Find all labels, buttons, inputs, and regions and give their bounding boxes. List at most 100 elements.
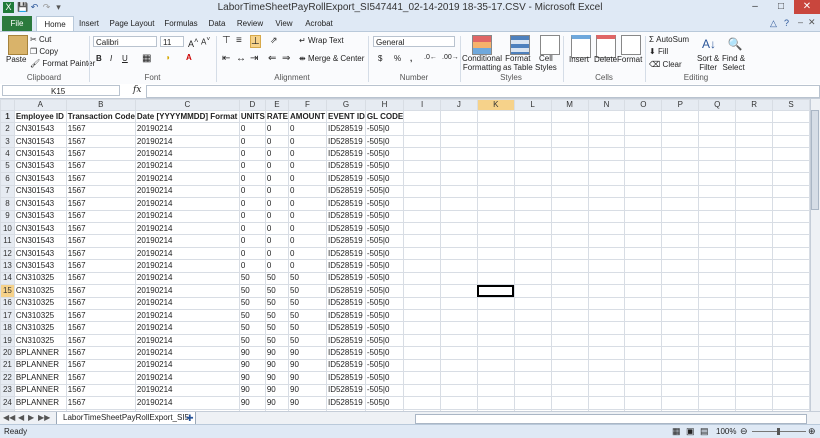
- cell[interactable]: [403, 147, 441, 161]
- row-header[interactable]: 7: [0, 184, 15, 199]
- column-header-n[interactable]: N: [587, 99, 626, 111]
- cell[interactable]: [476, 209, 515, 223]
- cell[interactable]: 50: [288, 296, 327, 311]
- cut-button[interactable]: ✂ Cut: [30, 35, 51, 44]
- row-header[interactable]: 22: [0, 371, 15, 385]
- cell[interactable]: 90: [288, 383, 327, 398]
- cell[interactable]: [439, 358, 478, 373]
- cell[interactable]: [587, 271, 626, 286]
- insert-cells-button[interactable]: Insert: [569, 55, 589, 64]
- row-header[interactable]: 18: [0, 321, 15, 335]
- row-header[interactable]: 5: [0, 159, 15, 174]
- cell[interactable]: 0: [264, 259, 290, 273]
- cell[interactable]: BPLANNER: [13, 396, 67, 410]
- cell[interactable]: CN301543: [13, 209, 67, 223]
- cell[interactable]: ID528519: [325, 396, 366, 410]
- select-all-corner[interactable]: [0, 99, 15, 111]
- cell[interactable]: 1567: [65, 159, 136, 174]
- vertical-scroll-thumb[interactable]: [811, 110, 819, 210]
- cell[interactable]: 20190214: [134, 371, 240, 385]
- cell[interactable]: CN310325: [13, 271, 67, 286]
- cell[interactable]: [587, 221, 626, 236]
- cell[interactable]: ID528519: [325, 333, 366, 348]
- row-header[interactable]: 21: [0, 358, 15, 373]
- cell[interactable]: [513, 321, 552, 335]
- cell[interactable]: Transaction Code: [65, 109, 136, 124]
- cell[interactable]: [550, 321, 589, 335]
- cell[interactable]: [550, 271, 589, 286]
- cell[interactable]: -505|0: [364, 284, 405, 298]
- column-header-j[interactable]: J: [439, 99, 478, 111]
- cell[interactable]: 1567: [65, 308, 136, 323]
- cell[interactable]: [550, 296, 589, 311]
- cell[interactable]: [587, 197, 626, 211]
- cell[interactable]: [624, 333, 663, 348]
- sort-filter-button[interactable]: Sort & Filter: [697, 54, 719, 72]
- row-header[interactable]: 6: [0, 172, 15, 186]
- cell[interactable]: [698, 184, 737, 199]
- cell[interactable]: [550, 209, 589, 223]
- cell[interactable]: [439, 371, 478, 385]
- cell[interactable]: ID528519: [325, 159, 366, 174]
- cell[interactable]: [587, 172, 626, 186]
- cell[interactable]: ID528519: [325, 308, 366, 323]
- cell[interactable]: -505|0: [364, 308, 405, 323]
- cell[interactable]: [661, 197, 700, 211]
- cell[interactable]: [661, 221, 700, 236]
- cell[interactable]: 0: [238, 209, 266, 223]
- cell[interactable]: [550, 333, 589, 348]
- cell[interactable]: 0: [288, 209, 327, 223]
- cell[interactable]: [624, 172, 663, 186]
- cell[interactable]: [772, 308, 810, 323]
- cell[interactable]: [476, 321, 515, 335]
- cell[interactable]: 0: [264, 246, 290, 261]
- column-header-g[interactable]: G: [325, 99, 366, 111]
- cell[interactable]: [698, 284, 737, 298]
- cell[interactable]: [403, 296, 441, 311]
- cell[interactable]: 50: [288, 321, 327, 335]
- cell[interactable]: -505|0: [364, 122, 405, 136]
- cell[interactable]: CN310325: [13, 308, 67, 323]
- cell[interactable]: 20190214: [134, 271, 240, 286]
- underline-icon[interactable]: U: [122, 54, 128, 63]
- cell[interactable]: [661, 308, 700, 323]
- cell[interactable]: ID528519: [325, 371, 366, 385]
- cell[interactable]: 1567: [65, 396, 136, 410]
- cell[interactable]: 20190214: [134, 284, 240, 298]
- cell[interactable]: [439, 271, 478, 286]
- cell[interactable]: [403, 172, 441, 186]
- cell[interactable]: [735, 246, 774, 261]
- cell[interactable]: 90: [264, 396, 290, 410]
- cell[interactable]: ID528519: [325, 234, 366, 248]
- cell[interactable]: 0: [238, 234, 266, 248]
- cell[interactable]: 1567: [65, 184, 136, 199]
- cell[interactable]: -505|0: [364, 346, 405, 360]
- column-header-q[interactable]: Q: [698, 99, 737, 111]
- cell[interactable]: 20190214: [134, 209, 240, 223]
- cell[interactable]: 0: [288, 147, 327, 161]
- align-middle-icon[interactable]: ≡: [236, 35, 242, 46]
- cell[interactable]: [403, 246, 441, 261]
- cell[interactable]: [661, 184, 700, 199]
- cell[interactable]: [587, 333, 626, 348]
- cell[interactable]: 90: [288, 358, 327, 373]
- cell[interactable]: [550, 221, 589, 236]
- cell[interactable]: [661, 346, 700, 360]
- cell[interactable]: [439, 122, 478, 136]
- cell-styles-icon[interactable]: [540, 35, 560, 55]
- row-header[interactable]: 20: [0, 346, 15, 360]
- cell[interactable]: [476, 147, 515, 161]
- cell[interactable]: [698, 221, 737, 236]
- cell[interactable]: CN301543: [13, 246, 67, 261]
- cell[interactable]: [772, 147, 810, 161]
- cell[interactable]: [513, 259, 552, 273]
- cell[interactable]: [550, 109, 589, 124]
- comma-button[interactable]: ,: [410, 54, 412, 63]
- cell[interactable]: [403, 358, 441, 373]
- cell[interactable]: [772, 197, 810, 211]
- cell[interactable]: [439, 134, 478, 149]
- cell[interactable]: BPLANNER: [13, 371, 67, 385]
- cell[interactable]: 0: [288, 234, 327, 248]
- zoom-in-icon[interactable]: ⊕: [808, 426, 816, 437]
- cell[interactable]: [513, 147, 552, 161]
